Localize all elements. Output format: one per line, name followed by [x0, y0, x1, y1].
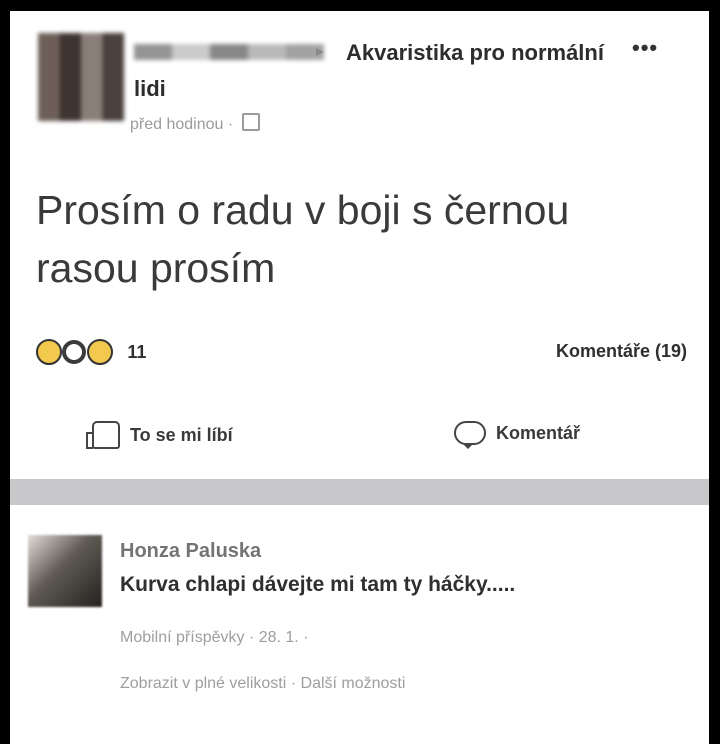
- like-label: To se mi líbí: [130, 424, 233, 445]
- like-reaction-icon: [62, 340, 87, 364]
- section-divider: [10, 479, 709, 505]
- post-author-avatar[interactable]: [38, 33, 124, 121]
- like-button[interactable]: To se mi líbí: [86, 421, 233, 449]
- post-card: ▸ Akvaristika pro normální lidi ••• před…: [10, 11, 709, 744]
- more-options-icon[interactable]: •••: [632, 35, 658, 61]
- comment-button[interactable]: Komentář: [454, 421, 581, 449]
- reactions-summary[interactable]: 11: [36, 339, 146, 369]
- privacy-icon: [241, 113, 260, 131]
- commenter-name[interactable]: Honza Paluska: [120, 540, 261, 563]
- thumbs-up-icon: [86, 421, 120, 449]
- group-name[interactable]: Akvaristika pro normální lidi: [134, 35, 604, 107]
- reaction-count: 11: [127, 341, 147, 362]
- post-time[interactable]: před hodinou ·: [130, 113, 260, 134]
- post-text: Prosím o radu v boji s černou rasou pros…: [36, 187, 570, 291]
- comment-text: Kurva chlapi dávejte mi tam ty háčky....…: [120, 573, 516, 596]
- post-time-label: před hodinou ·: [130, 116, 234, 133]
- comment-label: Komentář: [496, 422, 581, 443]
- comment-meta: Mobilní příspěvky · 28. 1. ·: [120, 629, 309, 646]
- comments-count[interactable]: Komentáře (19): [556, 341, 687, 362]
- comment-bubble-icon: [454, 421, 486, 449]
- wow-reaction-icon: [86, 339, 113, 365]
- commenter-avatar[interactable]: [28, 535, 102, 607]
- laugh-reaction-icon: [36, 339, 62, 365]
- comment-actions[interactable]: Zobrazit v plné velikosti · Další možnos…: [120, 675, 405, 693]
